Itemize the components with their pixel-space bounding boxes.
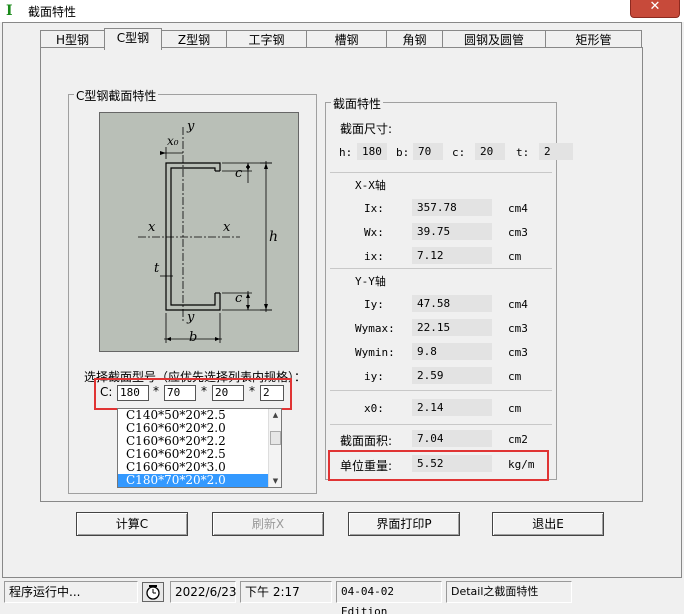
x0-unit: cm (508, 402, 522, 415)
weight-value: 5.52 (412, 455, 492, 472)
c-b-input[interactable]: 70 (164, 385, 196, 401)
status-edition: 04-04-02 Edition (336, 581, 442, 614)
star-2: * (201, 384, 207, 398)
label-x0: x₀ (167, 134, 179, 148)
dim-b-value: 70 (413, 143, 443, 160)
label-h: h (269, 229, 279, 245)
label-x-left: x (148, 220, 156, 235)
rx-value: 7.12 (412, 247, 492, 264)
scroll-up-icon[interactable]: ▲ (269, 409, 281, 421)
dim-c-value: 20 (475, 143, 505, 160)
divider-2 (330, 268, 552, 269)
dim-b-label: b: (396, 146, 410, 159)
clock-icon (142, 582, 164, 602)
close-button[interactable]: ✕ (630, 0, 680, 18)
calculate-button[interactable]: 计算C (76, 512, 188, 536)
label-c-top: c (235, 166, 243, 181)
tab-c-steel[interactable]: C型钢 (104, 28, 162, 50)
c-h-input[interactable]: 180 (117, 385, 149, 401)
divider-4 (330, 424, 552, 425)
print-button[interactable]: 界面打印P (348, 512, 460, 536)
title-bar: I 截面特性 ✕ (0, 0, 684, 22)
dim-h-value: 180 (357, 143, 387, 160)
wymin-value: 9.8 (412, 343, 492, 360)
c-t-input[interactable]: 2 (260, 385, 284, 401)
props-group-title: 截面特性 (331, 95, 384, 112)
ry-unit: cm (508, 370, 522, 383)
label-y-bottom: y (187, 310, 195, 325)
rx-label: ix: (364, 250, 384, 263)
wx-value: 39.75 (412, 223, 492, 240)
yy-axis-title: Y-Y轴 (355, 275, 386, 288)
ix-label: Ix: (364, 202, 384, 215)
wymin-label: Wymin: (355, 346, 395, 359)
wymax-label: Wymax: (355, 322, 395, 335)
wymin-unit: cm3 (508, 346, 528, 359)
wymax-value: 22.15 (412, 319, 492, 336)
app-icon: I (6, 3, 13, 19)
area-unit: cm2 (508, 433, 528, 446)
window-title: 截面特性 (28, 5, 77, 19)
scroll-down-icon[interactable]: ▼ (269, 475, 281, 487)
ix-value: 357.78 (412, 199, 492, 216)
star-1: * (153, 384, 159, 398)
label-y-top: y (187, 119, 195, 134)
dims-title: 截面尺寸: (340, 122, 393, 136)
label-c-bottom: c (235, 291, 243, 306)
dim-c-label: c: (452, 146, 466, 159)
c-steel-group-title: C型钢截面特性 (74, 87, 159, 104)
iy-label: Iy: (364, 298, 384, 311)
dim-t-value: 2 (539, 143, 573, 160)
ry-value: 2.59 (412, 367, 492, 384)
star-3: * (249, 384, 255, 398)
area-label: 截面面积: (340, 434, 393, 448)
exit-button[interactable]: 退出E (492, 512, 604, 536)
weight-unit: kg/m (508, 458, 535, 471)
wx-unit: cm3 (508, 226, 528, 239)
ix-unit: cm4 (508, 202, 528, 215)
wymax-unit: cm3 (508, 322, 528, 335)
list-item-selected[interactable]: C180*70*20*2.0 (118, 474, 270, 487)
refresh-button[interactable]: 刷新X (212, 512, 324, 536)
iy-unit: cm4 (508, 298, 528, 311)
x0-value: 2.14 (412, 399, 492, 416)
list-scrollbar[interactable]: ▲ ▼ (268, 409, 281, 487)
status-module: Detail之截面特性 (446, 581, 572, 603)
iy-value: 47.58 (412, 295, 492, 312)
tab-strip: H型钢 C型钢 Z型钢 工字钢 槽钢 角钢 圆钢及圆管 矩形管 (40, 28, 642, 50)
status-date: 2022/6/23 (170, 581, 237, 603)
weight-label: 单位重量: (340, 459, 393, 473)
dim-t-label: t: (516, 146, 530, 159)
scroll-thumb[interactable] (270, 431, 281, 445)
divider-1 (330, 172, 552, 173)
rx-unit: cm (508, 250, 522, 263)
status-running: 程序运行中... (4, 581, 138, 603)
c-prefix-label: C: (100, 385, 113, 399)
label-t: t (154, 261, 160, 276)
area-value: 7.04 (412, 430, 492, 447)
status-time: 下午 2:17 (240, 581, 332, 603)
status-bar: 程序运行中... 2022/6/23 下午 2:17 04-04-02 Edit… (0, 580, 684, 614)
c-c-input[interactable]: 20 (212, 385, 244, 401)
label-b: b (189, 330, 198, 345)
xx-axis-title: X-X轴 (355, 179, 386, 192)
dim-h-label: h: (339, 146, 353, 159)
label-x-right: x (223, 220, 231, 235)
wx-label: Wx: (364, 226, 384, 239)
divider-3 (330, 390, 552, 391)
ry-label: iy: (364, 370, 384, 383)
x0-label: x0: (364, 402, 384, 415)
section-drawing: y x₀ c x x h t c y b (99, 112, 299, 352)
section-listbox[interactable]: C140*50*20*2.5 C160*60*20*2.0 C160*60*20… (117, 408, 282, 488)
